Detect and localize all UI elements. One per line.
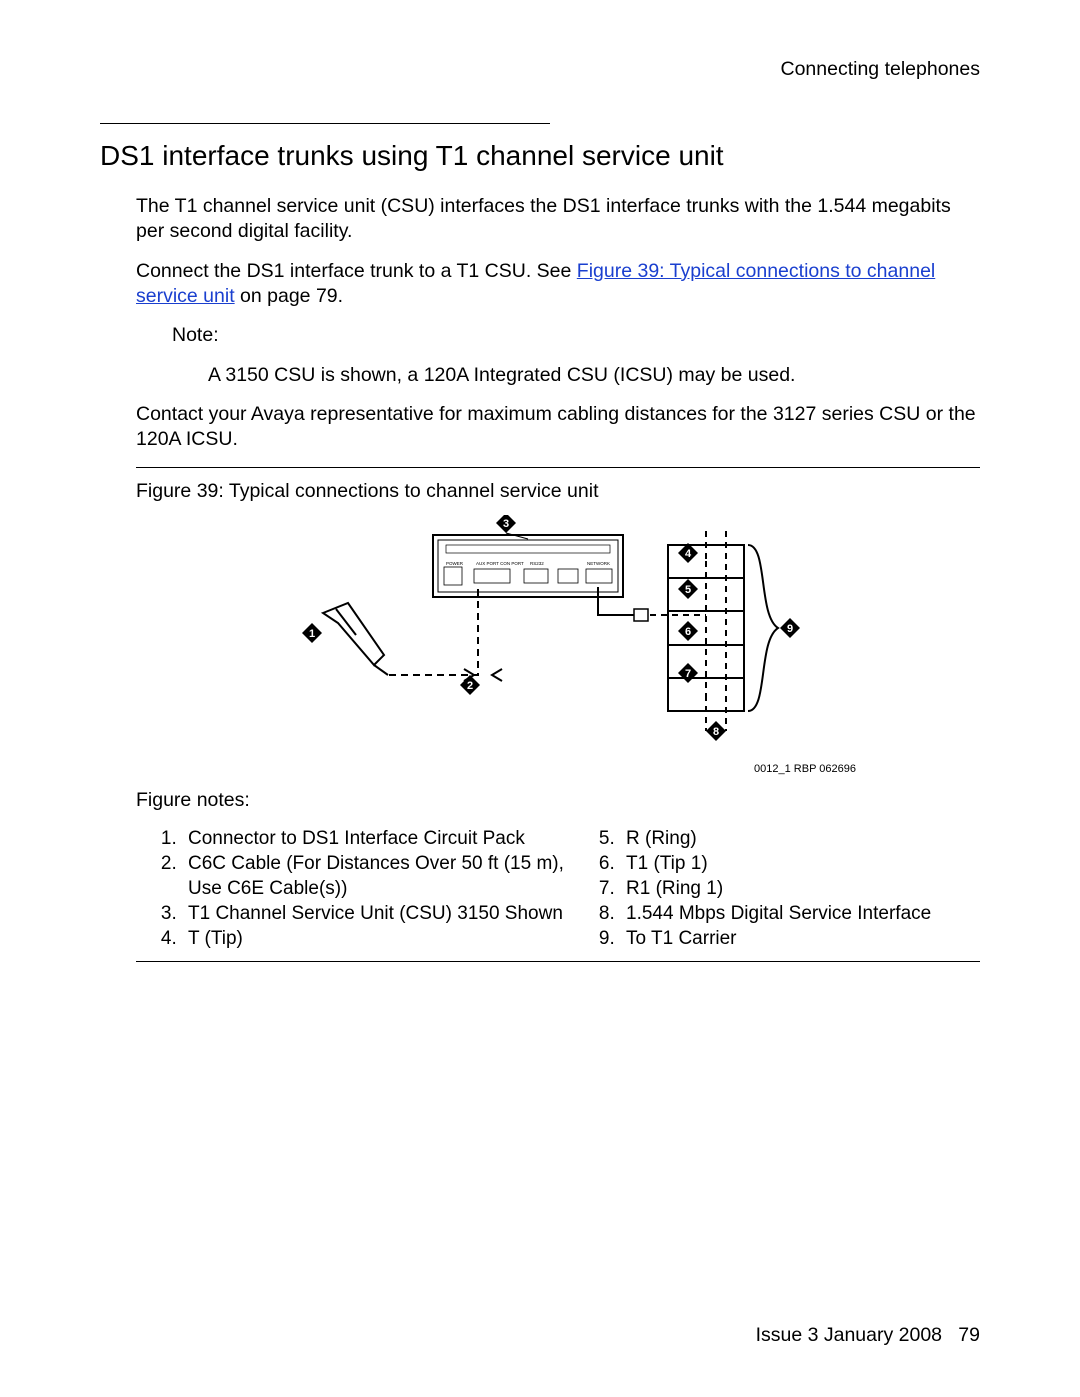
callout-2: 2 — [467, 680, 473, 692]
paragraph-2: Connect the DS1 interface trunk to a T1 … — [136, 259, 980, 310]
callout-6: 6 — [685, 626, 691, 638]
figure-note-1: Connector to DS1 Interface Circuit Pack — [182, 826, 586, 851]
svg-text:RS232: RS232 — [530, 561, 544, 566]
figure-note-2: C6C Cable (For Distances Over 50 ft (15 … — [182, 851, 586, 901]
figure-note-4: T (Tip) — [182, 926, 586, 951]
callout-9: 9 — [787, 623, 793, 635]
figure-note-3: T1 Channel Service Unit (CSU) 3150 Shown — [182, 901, 586, 926]
page-content: Connecting telephones DS1 interface trun… — [0, 0, 1080, 962]
callout-5: 5 — [685, 584, 691, 596]
paragraph-3: Contact your Avaya representative for ma… — [136, 402, 980, 453]
footer-issue: Issue 3 January 2008 — [756, 1324, 942, 1346]
svg-text:NETWORK: NETWORK — [587, 561, 610, 566]
figure-note-8: 1.544 Mbps Digital Service Interface — [620, 901, 980, 926]
callout-8: 8 — [713, 726, 719, 738]
figure-note-6: T1 (Tip 1) — [620, 851, 980, 876]
figure-rule-top — [136, 467, 980, 468]
diagram-id: 0012_1 RBP 062696 — [754, 763, 856, 775]
figure-diagram: POWER AUX PORT CON PORT RS232 NETWORK — [136, 515, 980, 783]
figure-rule-bottom — [136, 961, 980, 962]
para2-pre: Connect the DS1 interface trunk to a T1 … — [136, 260, 577, 282]
paragraph-1: The T1 channel service unit (CSU) interf… — [136, 194, 980, 245]
footer-page: 79 — [958, 1324, 980, 1346]
svg-text:AUX PORT CON PORT: AUX PORT CON PORT — [476, 561, 524, 566]
note-label: Note: — [172, 323, 980, 348]
section-rule — [100, 123, 550, 124]
callout-3: 3 — [503, 518, 509, 530]
callout-7: 7 — [685, 668, 691, 680]
svg-text:POWER: POWER — [446, 561, 464, 566]
figure-note-7: R1 (Ring 1) — [620, 876, 980, 901]
note-body: A 3150 CSU is shown, a 120A Integrated C… — [208, 363, 980, 388]
page-footer: Issue 3 January 2008 79 — [756, 1324, 980, 1347]
figure-note-9: To T1 Carrier — [620, 926, 980, 951]
callout-4: 4 — [685, 548, 692, 560]
figure-caption: Figure 39: Typical connections to channe… — [136, 480, 980, 503]
figure-notes: Connector to DS1 Interface Circuit Pack … — [156, 826, 980, 951]
para2-post: on page 79. — [235, 285, 343, 307]
callout-1: 1 — [309, 628, 315, 640]
diagram-svg: POWER AUX PORT CON PORT RS232 NETWORK — [278, 515, 838, 767]
section-title: DS1 interface trunks using T1 channel se… — [100, 140, 980, 172]
figure-note-5: R (Ring) — [620, 826, 980, 851]
figure-notes-label: Figure notes: — [136, 789, 980, 812]
chapter-header: Connecting telephones — [100, 58, 980, 81]
